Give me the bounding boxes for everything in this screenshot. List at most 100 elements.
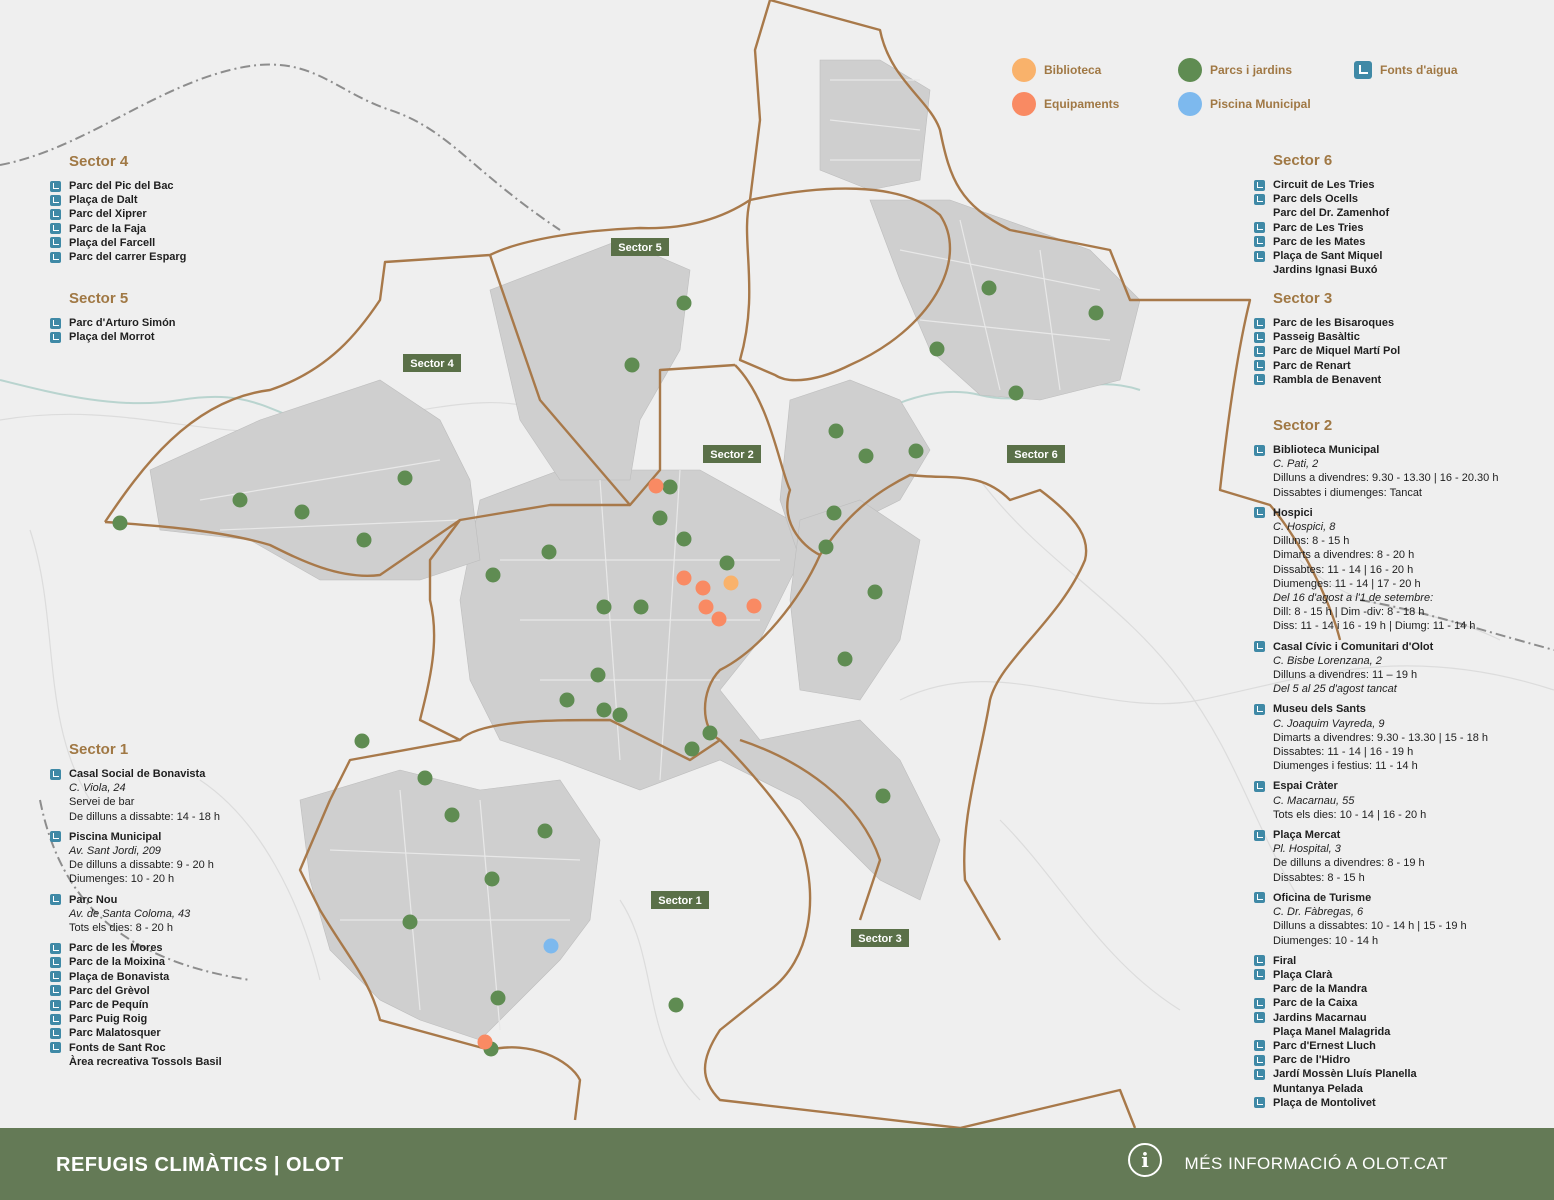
list-item-label: Parc de la Mandra (1273, 983, 1368, 996)
legend-parcs: Parcs i jardins (1178, 58, 1292, 82)
list-item-label: Plaça de Montolivet (1273, 1096, 1376, 1109)
park-marker[interactable] (676, 531, 692, 547)
park-marker[interactable] (981, 280, 997, 296)
park-marker[interactable] (818, 539, 834, 555)
list-item-label: Jardins Ignasi Buxó (1273, 264, 1378, 277)
list-item-label: Parc de Miquel Martí Pol (1273, 345, 1401, 358)
list-item: Parc de la Moixina (50, 955, 310, 969)
equipment-marker[interactable] (698, 599, 714, 615)
park-marker[interactable] (875, 788, 891, 804)
park-marker[interactable] (929, 341, 945, 357)
park-marker[interactable] (354, 733, 370, 749)
left-panel-sector-5: Sector 5 Parc d'Arturo Simón Plaça del Mo… (50, 290, 290, 344)
legend-equipaments-label: Equipaments (1044, 97, 1120, 111)
park-marker[interactable] (624, 357, 640, 373)
venue-name: Plaça Mercat (1273, 829, 1341, 842)
water-tap-icon (1254, 193, 1265, 205)
park-marker[interactable] (858, 448, 874, 464)
park-marker[interactable] (397, 470, 413, 486)
park-marker[interactable] (541, 544, 557, 560)
sector-2-list: Firal Plaça Clarà Parc de la Mandra Parc de… (1254, 954, 1544, 1110)
park-marker[interactable] (490, 990, 506, 1006)
list-item-label: Parc Malatosquer (69, 1027, 161, 1040)
equipment-marker[interactable] (711, 611, 727, 627)
equipment-marker[interactable] (676, 570, 692, 586)
list-item-label: Parc de l'Hidro (1273, 1054, 1351, 1067)
list-item: Àrea recreativa Tossols Basil (50, 1055, 310, 1069)
list-item: Jardins Ignasi Buxó (1254, 263, 1534, 277)
park-marker[interactable] (232, 492, 248, 508)
park-marker[interactable] (719, 555, 735, 571)
park-marker[interactable] (559, 692, 575, 708)
sector-1-details: Casal Social de Bonavista C. Viola, 24 Ser… (50, 767, 310, 935)
venue-name: Hospici (1273, 506, 1313, 519)
venue-name-row: Piscina Municipal (50, 830, 310, 844)
park-marker[interactable] (537, 823, 553, 839)
list-item-label: Parc de Renart (1273, 359, 1351, 372)
library-marker[interactable] (723, 575, 739, 591)
list-item-label: Parc Puig Roig (69, 1013, 148, 1026)
map-label-sector-2: Sector 2 (710, 449, 753, 461)
venue-hours-line: De dilluns a dissabte: 9 - 20 h (69, 859, 214, 872)
list-item-label: Passeig Basàltic (1273, 331, 1360, 344)
park-marker[interactable] (417, 770, 433, 786)
list-item-label: Jardí Mossèn Lluís Planella (1273, 1068, 1417, 1081)
park-marker[interactable] (402, 914, 418, 930)
list-item: Parc de les Bisaroques (1254, 316, 1534, 330)
park-marker[interactable] (668, 997, 684, 1013)
park-marker[interactable] (444, 807, 460, 823)
park-marker[interactable] (828, 423, 844, 439)
park-marker[interactable] (590, 667, 606, 683)
park-marker[interactable] (484, 871, 500, 887)
venue-name: Oficina de Turisme (1273, 891, 1372, 904)
park-marker[interactable] (485, 567, 501, 583)
list-item: Parc d'Arturo Simón (50, 316, 290, 330)
park-marker[interactable] (356, 532, 372, 548)
list-item: Plaça de Montolivet (1254, 1096, 1544, 1110)
park-marker[interactable] (612, 707, 628, 723)
park-marker[interactable] (633, 599, 649, 615)
park-marker[interactable] (294, 504, 310, 520)
equipment-marker[interactable] (477, 1034, 493, 1050)
water-tap-icon (1254, 236, 1265, 248)
venue-hours-line: Dissabtes: 11 - 14 | 16 - 20 h (1273, 563, 1414, 576)
sector-2-details: Biblioteca Municipal C. Pati, 2 Dilluns a … (1254, 443, 1544, 948)
list-item: Parc del carrer Esparg (50, 250, 290, 264)
park-marker[interactable] (676, 295, 692, 311)
park-marker[interactable] (596, 702, 612, 718)
more-info-link[interactable]: MÉS INFORMACIÓ A OLOT.CAT (1185, 1154, 1448, 1174)
venue-hours-line: De dilluns a dissabte: 14 - 18 h (69, 810, 221, 823)
right-panel-sector-6: Sector 6 Circuit de Les Tries Parc dels O… (1254, 152, 1534, 277)
park-marker[interactable] (662, 479, 678, 495)
park-marker[interactable] (596, 599, 612, 615)
venue-block: Parc Nou Av. de Santa Coloma, 43 Tots els … (50, 893, 310, 936)
venue-hours-line: Diumenges: 10 - 20 h (69, 873, 175, 886)
venue-hours-line: Diumenges: 11 - 14 | 17 - 20 h (1273, 577, 1421, 590)
list-item: Parc de la Caixa (1254, 996, 1544, 1010)
park-marker[interactable] (1088, 305, 1104, 321)
list-item-label: Parc de les Mores (69, 942, 163, 955)
water-tap-icon (1254, 331, 1265, 343)
info-icon[interactable]: i (1128, 1143, 1162, 1177)
park-marker[interactable] (837, 651, 853, 667)
list-item-label: Parc del carrer Esparg (69, 251, 187, 264)
park-marker[interactable] (908, 443, 924, 459)
park-marker[interactable] (652, 510, 668, 526)
water-tap-icon (1254, 641, 1265, 653)
legend-biblioteca: Biblioteca (1012, 58, 1101, 82)
park-marker[interactable] (1008, 385, 1024, 401)
park-marker[interactable] (702, 725, 718, 741)
venue-address: C. Dr. Fàbregas, 6 (1273, 906, 1364, 919)
park-marker[interactable] (684, 741, 700, 757)
equipment-marker[interactable] (648, 478, 664, 494)
venue-name-row: Parc Nou (50, 893, 310, 907)
park-marker[interactable] (826, 505, 842, 521)
footer-bar: REFUGIS CLIMÀTICS | OLOT i MÉS INFORMACI… (0, 1128, 1554, 1200)
park-marker[interactable] (112, 515, 128, 531)
equipment-marker[interactable] (695, 580, 711, 596)
pool-marker[interactable] (543, 938, 559, 954)
park-marker[interactable] (867, 584, 883, 600)
water-tap-icon (50, 831, 61, 843)
equipment-marker[interactable] (746, 598, 762, 614)
legend-equipaments-dot (1012, 92, 1036, 116)
